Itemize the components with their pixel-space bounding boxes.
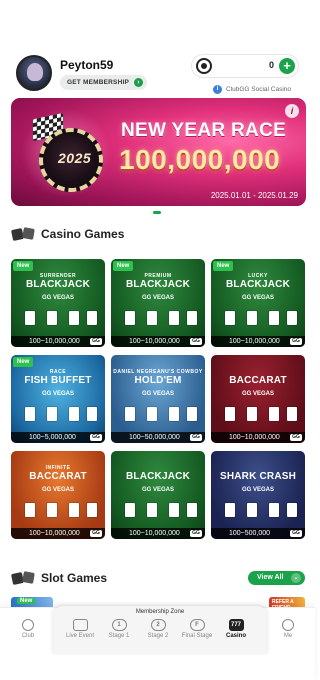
game-name: BACCARAT xyxy=(29,471,87,482)
chevron-right-icon: › xyxy=(134,78,144,87)
carousel-indicator xyxy=(153,211,161,214)
cards-illustration xyxy=(17,311,99,329)
banner-title: NEW YEAR RACE xyxy=(121,120,287,141)
banner-info-icon[interactable]: i xyxy=(285,104,299,118)
game-tile[interactable]: New LUCKY BLACKJACK GG VEGAS 100~10,000,000 G… xyxy=(211,259,305,347)
game-tile[interactable]: INFINITE BACCARAT GG VEGAS 100~10,000,000 GG xyxy=(11,451,105,539)
tab-label: Club xyxy=(21,633,35,639)
cards-illustration xyxy=(117,407,199,425)
tab-stage-1[interactable]: 1 Stage 1 xyxy=(99,619,139,645)
tab-label: Stage 1 xyxy=(108,633,130,639)
game-name: BLACKJACK xyxy=(25,279,91,290)
username: Peyton59 xyxy=(60,58,114,72)
tab-club[interactable]: Club xyxy=(8,619,48,645)
game-tile[interactable]: New RACE FISH BUFFET GG VEGAS 100~5,000,000 G… xyxy=(11,355,105,443)
avatar[interactable] xyxy=(16,55,52,91)
cards-illustration xyxy=(17,503,99,521)
dice-icon xyxy=(10,226,37,242)
gg-logo-icon: GG xyxy=(290,530,302,537)
tab-label: Live Event xyxy=(65,633,95,639)
balance-pill: 0 + xyxy=(192,55,298,77)
get-membership-label: GET MEMBERSHIP xyxy=(67,79,130,86)
view-all-button[interactable]: View All ⌄ xyxy=(248,571,305,585)
cards-illustration xyxy=(117,311,199,329)
gg-logo-icon: GG xyxy=(90,338,102,345)
game-name: HOLD'EM xyxy=(134,375,182,386)
chip-icon xyxy=(196,58,212,74)
gg-logo-icon: GG xyxy=(290,338,302,345)
game-tile[interactable]: BACCARAT GG VEGAS 100~10,000,000 GG xyxy=(211,355,305,443)
tab-stage-2[interactable]: 2 Stage 2 xyxy=(138,619,178,645)
cards-illustration xyxy=(17,407,99,425)
tab-live-event[interactable]: Live Event xyxy=(60,619,100,645)
new-badge: New xyxy=(17,598,36,604)
new-badge: New xyxy=(113,261,134,271)
game-tile[interactable]: New SURRENDER BLACKJACK GG VEGAS 100~10,000,… xyxy=(11,259,105,347)
tab-label: Stage 2 xyxy=(147,633,169,639)
calendar-icon xyxy=(72,619,88,631)
game-tile[interactable]: BLACKJACK GG VEGAS 100~10,000,000 GG xyxy=(111,451,205,539)
game-art xyxy=(211,355,305,443)
person-icon xyxy=(282,619,294,631)
gg-logo-icon: GG xyxy=(290,434,302,441)
gg-logo-icon: GG xyxy=(90,530,102,537)
tab-casino[interactable]: 777 Casino xyxy=(216,619,256,645)
game-brand: GG VEGAS xyxy=(141,295,174,301)
game-name: BLACKJACK xyxy=(225,279,291,290)
membership-zone-label: Membership Zone xyxy=(135,609,185,615)
game-name: BLACKJACK xyxy=(125,279,191,290)
game-brand: GG VEGAS xyxy=(241,391,274,397)
game-brand: GG VEGAS xyxy=(241,487,274,493)
gg-logo-icon: GG xyxy=(190,338,202,345)
tab-label: Me xyxy=(283,633,293,639)
tab-final-stage[interactable]: F Final Stage xyxy=(177,619,217,645)
social-casino-note: ClubGG Social Casino xyxy=(226,86,292,93)
slot-games-title: Slot Games xyxy=(41,571,108,585)
new-year-race-banner[interactable]: 2025 NEW YEAR RACE 100,000,000 2025.01.0… xyxy=(11,98,306,206)
game-tile[interactable]: New PREMIUM BLACKJACK GG VEGAS 100~10,000,00… xyxy=(111,259,205,347)
gg-logo-icon: GG xyxy=(90,434,102,441)
cards-illustration xyxy=(217,311,299,329)
gg-logo-icon: GG xyxy=(190,434,202,441)
banner-dates: 2025.01.01 - 2025.01.29 xyxy=(210,191,298,200)
banner-amount: 100,000,000 xyxy=(119,144,281,175)
game-tile[interactable]: SHARK CRASH GG VEGAS 100~500,000 GG xyxy=(211,451,305,539)
gg-logo-icon: GG xyxy=(190,530,202,537)
get-membership-button[interactable]: GET MEMBERSHIP › xyxy=(60,75,148,90)
game-brand: GG VEGAS xyxy=(41,487,74,493)
new-badge: New xyxy=(213,261,234,271)
slot-777-icon xyxy=(10,570,37,586)
game-name: SHARK CRASH xyxy=(219,471,297,482)
game-name: BLACKJACK xyxy=(125,471,191,482)
stage-1-icon: 1 xyxy=(111,619,127,631)
banner-chip-text: 2025 xyxy=(58,150,92,166)
game-brand: GG VEGAS xyxy=(141,391,174,397)
new-badge: New xyxy=(13,357,34,367)
stage-2-icon: 2 xyxy=(150,619,166,631)
tab-me[interactable]: Me xyxy=(268,619,308,645)
tab-label: Casino xyxy=(225,633,246,639)
game-art xyxy=(211,451,305,539)
game-brand: GG VEGAS xyxy=(41,295,74,301)
final-stage-icon: F xyxy=(189,619,205,631)
club-icon xyxy=(22,619,34,631)
new-badge: New xyxy=(13,261,34,271)
game-art xyxy=(111,451,205,539)
chevron-down-icon: ⌄ xyxy=(291,573,301,583)
game-brand: GG VEGAS xyxy=(141,487,174,493)
casino-icon: 777 xyxy=(228,619,244,631)
cards-illustration xyxy=(117,503,199,521)
balance-value: 0 xyxy=(268,60,274,70)
casino-games-title: Casino Games xyxy=(41,227,125,241)
game-brand: GG VEGAS xyxy=(241,295,274,301)
cards-illustration xyxy=(217,407,299,425)
game-tile[interactable]: DANIEL NEGREANU'S COWBOY HOLD'EM GG VEGAS 1… xyxy=(111,355,205,443)
game-name: FISH BUFFET xyxy=(24,375,92,386)
game-brand: GG VEGAS xyxy=(41,391,74,397)
game-name: BACCARAT xyxy=(229,375,287,386)
tab-label: Final Stage xyxy=(181,633,213,639)
add-balance-icon[interactable]: + xyxy=(279,58,295,74)
cards-illustration xyxy=(217,503,299,521)
